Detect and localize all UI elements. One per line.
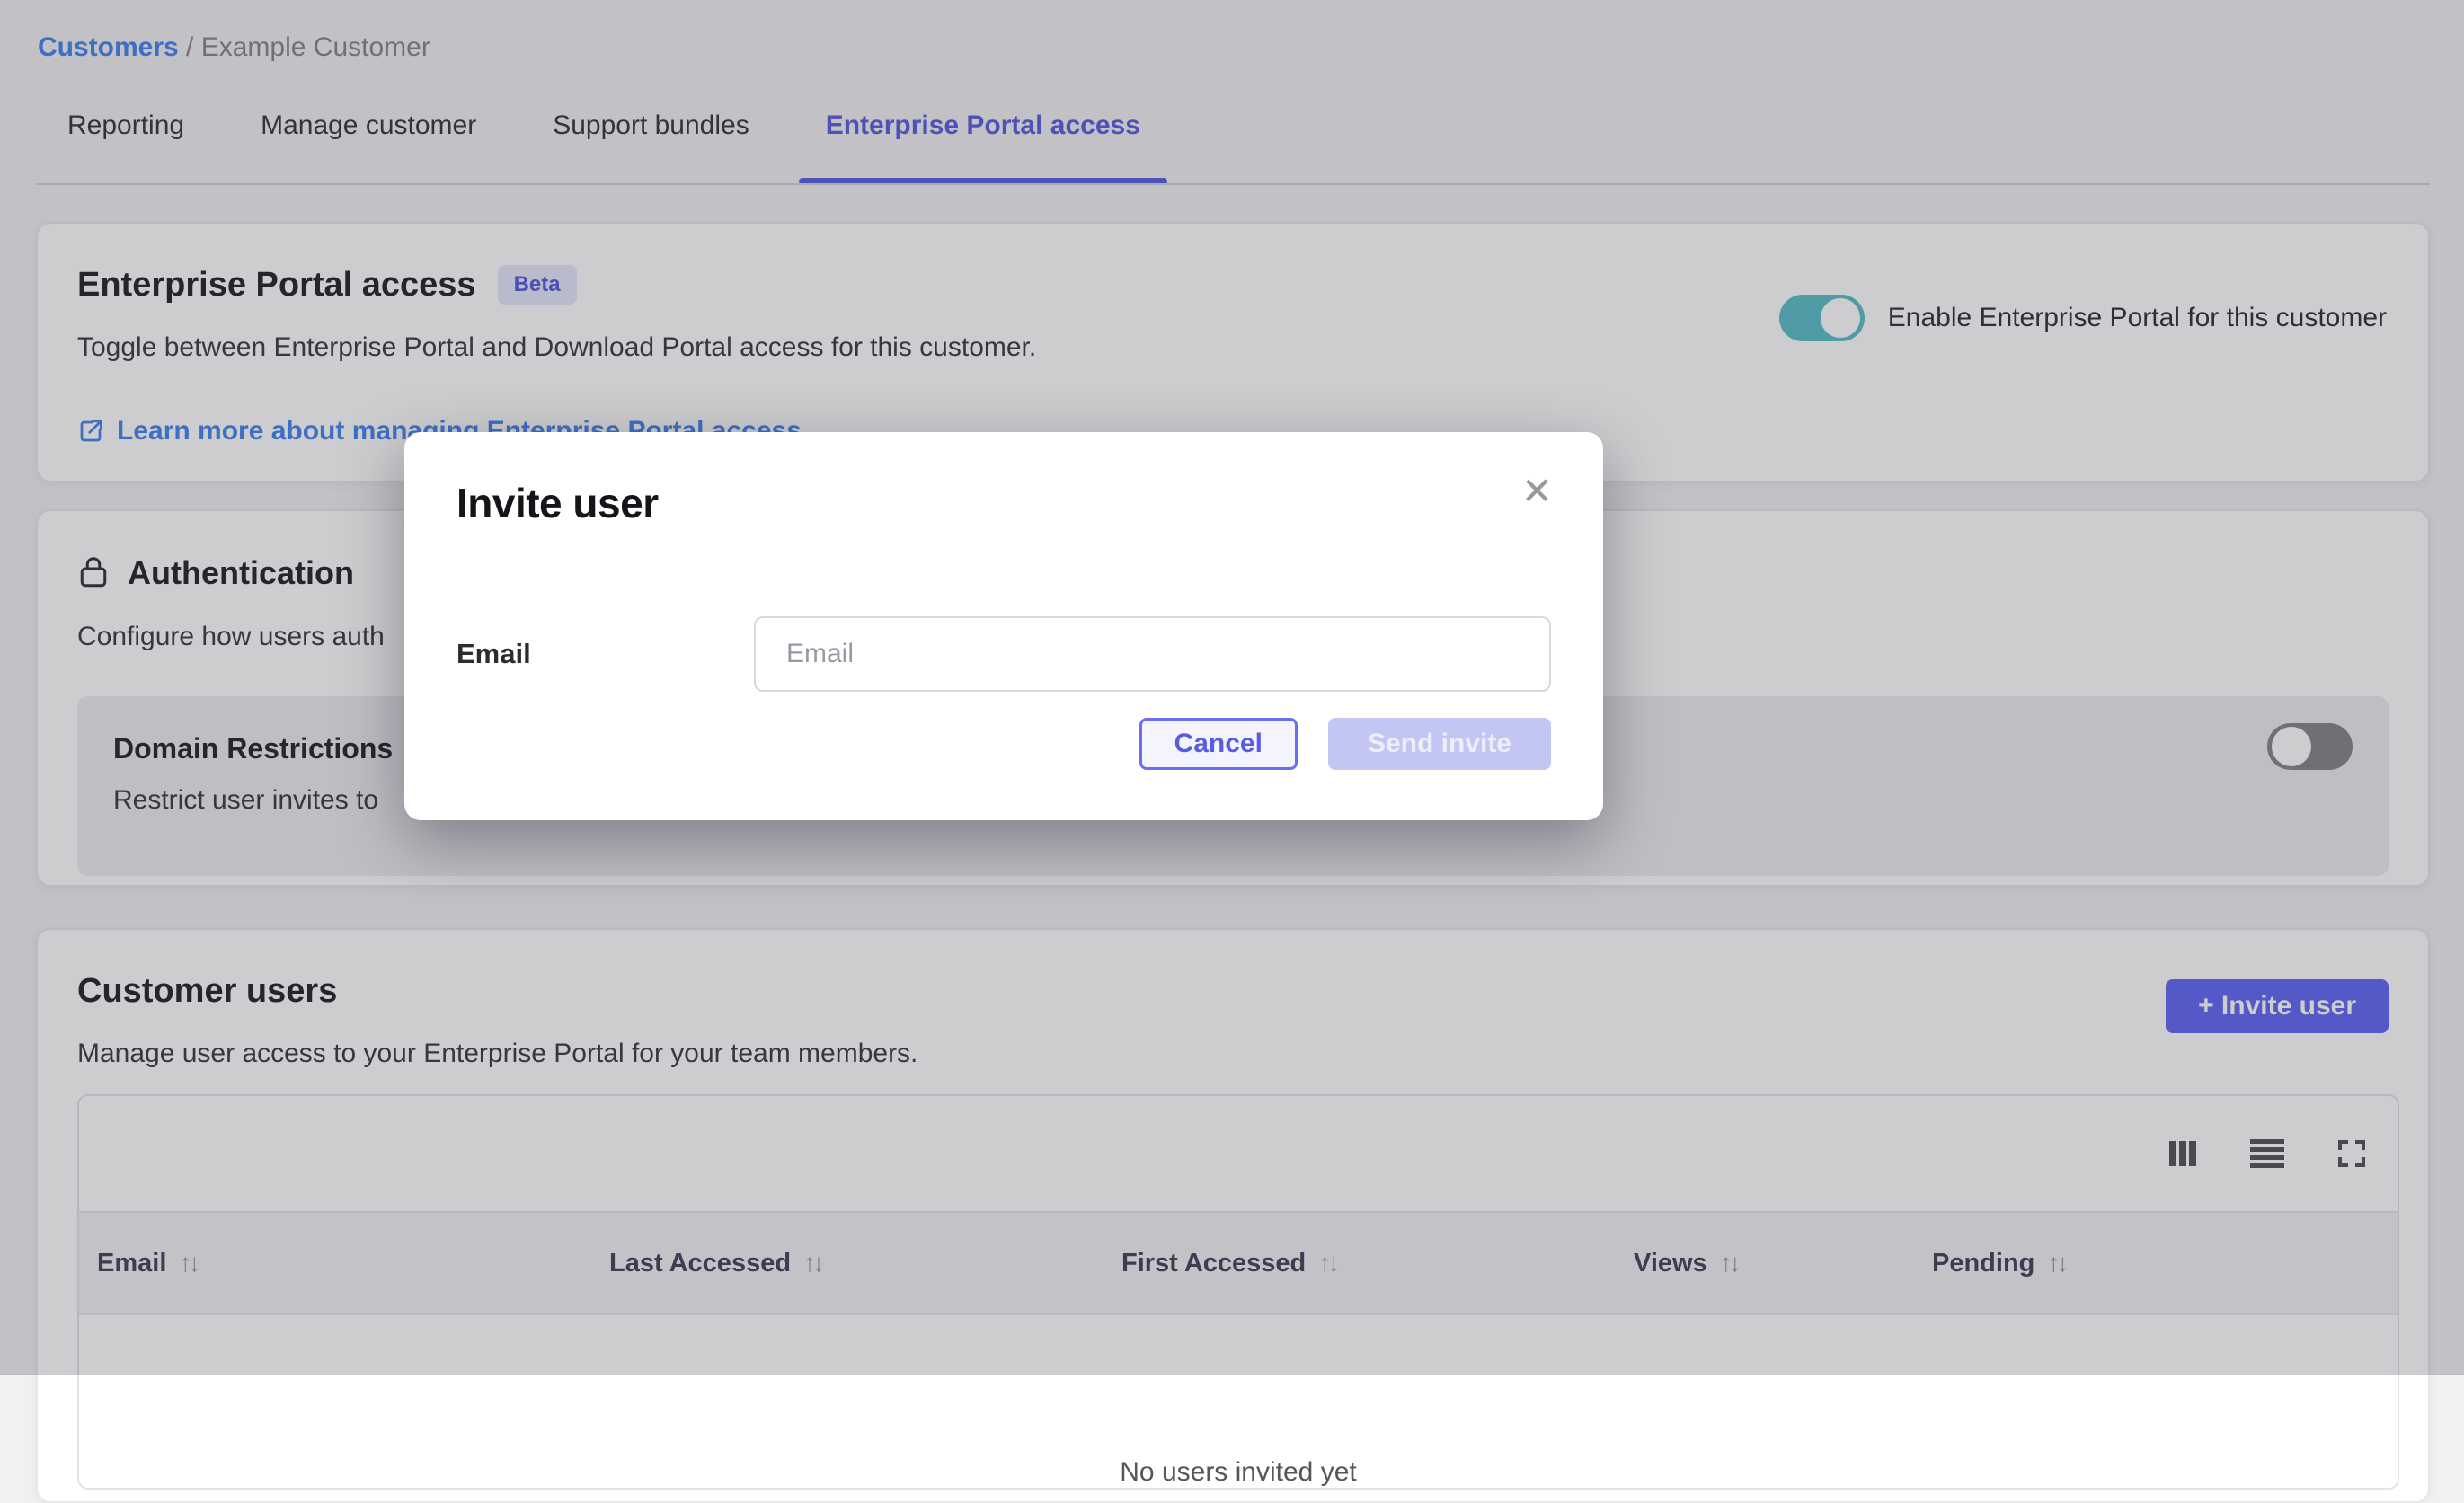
close-icon[interactable]: ✕	[1521, 470, 1553, 513]
email-label: Email	[456, 638, 754, 670]
email-field[interactable]	[754, 616, 1551, 692]
table-empty-state: No users invited yet	[79, 1457, 2398, 1488]
send-invite-button[interactable]: Send invite	[1328, 718, 1551, 770]
modal-footer: Cancel Send invite	[1139, 718, 1551, 770]
modal-email-row: Email	[456, 616, 1551, 692]
cancel-button[interactable]: Cancel	[1139, 718, 1298, 770]
invite-user-modal: Invite user ✕ Email Cancel Send invite	[404, 432, 1603, 820]
modal-title: Invite user	[456, 479, 659, 527]
